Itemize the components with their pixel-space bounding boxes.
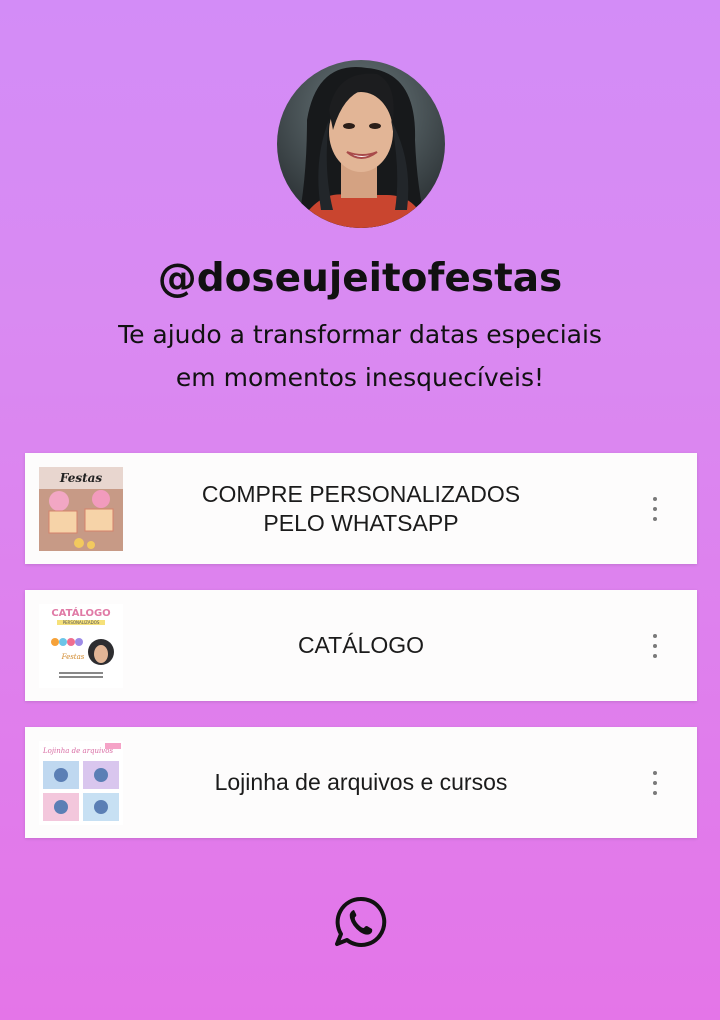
bio-line-2: em momentos inesquecíveis! xyxy=(175,363,545,392)
bio-line-1: Te ajudo a transformar datas especiais xyxy=(118,320,602,349)
link-thumbnail-catalogo: CATÁLOGO PERSONALIZADOS Festas xyxy=(39,604,123,688)
thumb-text: Festas xyxy=(59,471,103,485)
link-label-line-2: PELO WHATSAPP xyxy=(263,509,459,536)
link-label: COMPRE PERSONALIZADOS PELO WHATSAPP xyxy=(145,453,577,564)
thumb-title: CATÁLOGO xyxy=(51,606,110,619)
link-label: CATÁLOGO xyxy=(145,590,577,701)
link-card-catalogo[interactable]: CATÁLOGO PERSONALIZADOS Festas CATÁLOGO xyxy=(25,590,697,701)
more-vertical-icon[interactable] xyxy=(647,634,663,658)
more-vertical-icon[interactable] xyxy=(647,497,663,521)
link-thumbnail-whatsapp: Festas xyxy=(39,467,123,551)
profile-handle: @doseujeitofestas xyxy=(157,256,563,301)
avatar-photo xyxy=(277,60,445,228)
whatsapp-icon[interactable] xyxy=(333,895,387,949)
link-label-line-1: COMPRE PERSONALIZADOS xyxy=(201,480,521,507)
link-thumbnail-lojinha: Lojinha de arquivos xyxy=(39,741,123,825)
avatar xyxy=(277,60,445,228)
more-vertical-icon[interactable] xyxy=(647,771,663,795)
link-label-line-1: CATÁLOGO xyxy=(297,632,425,658)
link-label: Lojinha de arquivos e cursos xyxy=(145,727,577,838)
profile-bio: Te ajudo a transformar datas especiais e… xyxy=(60,313,660,399)
thumb-sub: PERSONALIZADOS xyxy=(63,620,100,625)
link-label-line-1: Lojinha de arquivos e cursos xyxy=(214,769,508,795)
thumb-name: Festas xyxy=(61,653,85,661)
link-card-lojinha[interactable]: Lojinha de arquivos Lojinha de arquivos … xyxy=(25,727,697,838)
link-card-whatsapp[interactable]: Festas COMPRE PERSONALIZADOS PELO WHATSA… xyxy=(25,453,697,564)
thumb-text: Lojinha de arquivos xyxy=(42,747,113,755)
